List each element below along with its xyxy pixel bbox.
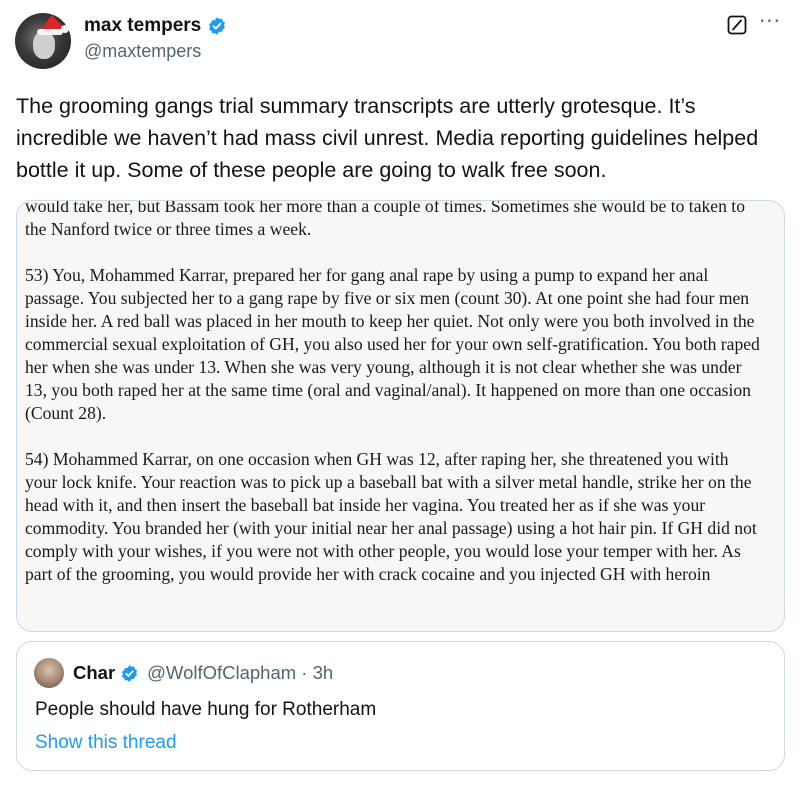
author-handle[interactable]: @maxtempers [84,41,227,62]
grok-icon[interactable] [727,15,747,35]
transcript-paragraph: 54) Mohammed Karrar, on one occasion whe… [25,449,757,584]
quoted-handle-time: @WolfOfClapham · 3h [147,662,334,683]
transcript-document: would take her, but Bassam took her more… [25,200,765,586]
author-avatar[interactable] [15,13,71,69]
quoted-author-row: Char @WolfOfClapham · 3h [73,662,333,684]
tweet-media-image[interactable]: would take her, but Bassam took her more… [16,200,785,632]
quoted-author-avatar[interactable] [34,658,64,688]
quoted-author-name[interactable]: Char [73,662,115,684]
transcript-paragraph: would take her, but Bassam took her more… [25,200,745,239]
author-names: max tempers @maxtempers [84,13,227,62]
tweet-header: max tempers @maxtempers ··· [15,11,785,69]
transcript-paragraph: 53) You, Mohammed Karrar, prepared her f… [25,265,760,423]
author-display-name[interactable]: max tempers [84,15,201,37]
quoted-tweet[interactable]: Char @WolfOfClapham · 3h People should h… [16,641,785,771]
santa-hat-fur [37,29,63,35]
tweet-text: The grooming gangs trial summary transcr… [16,94,759,182]
show-thread-link[interactable]: Show this thread [35,732,177,754]
verified-badge-icon [122,664,138,682]
avatar-face [33,31,55,59]
santa-hat-pompom [61,25,69,33]
quoted-tweet-text: People should have hung for Rotherham [35,699,377,720]
more-options-button[interactable]: ··· [757,11,783,35]
verified-badge-icon [209,17,226,35]
